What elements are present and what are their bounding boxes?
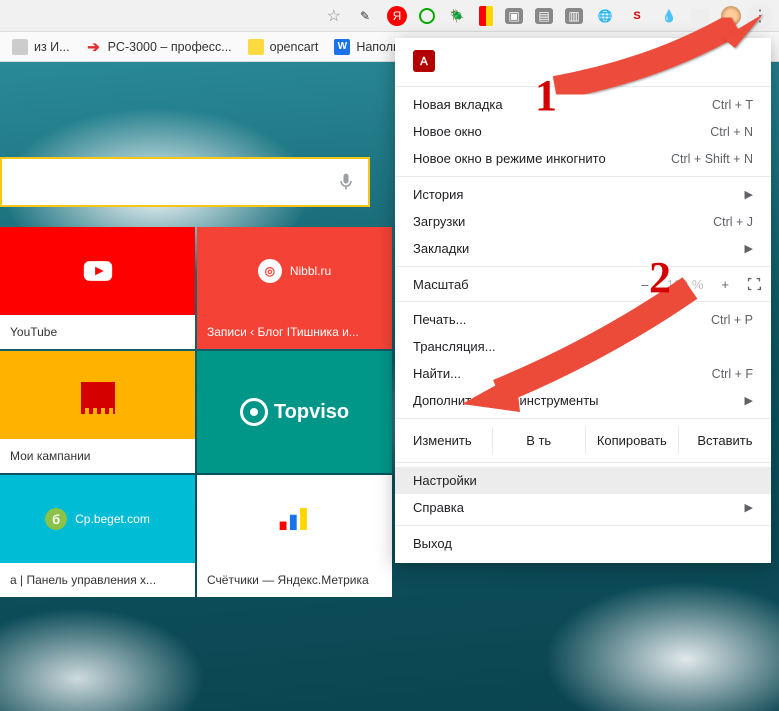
menu-label: Дополнительные инструменты	[413, 393, 599, 408]
browser-toolbar: ☆ ✎ Я 🪲 ▣ ▤ ▥ 🌐 S 💧 ⋮	[0, 0, 779, 32]
menu-new-window[interactable]: Новое окно Ctrl + N	[395, 118, 771, 145]
tile-caption: Счётчики — Яндекс.Метрика	[197, 563, 392, 597]
adobe-icon: Ａ	[413, 50, 435, 72]
youtube-icon	[81, 254, 115, 288]
menu-zoom: Масштаб – 100 % +	[395, 271, 771, 297]
search-box[interactable]	[0, 157, 370, 207]
menu-label: Новое окно в режиме инкогнито	[413, 151, 606, 166]
menu-shortcut: Ctrl + N	[710, 125, 753, 139]
menu-more-tools[interactable]: Дополнительные инструменты ▶	[395, 387, 771, 414]
menu-label: Новая вкладка	[413, 97, 503, 112]
fullscreen-icon[interactable]	[745, 275, 763, 293]
menu-incognito[interactable]: Новое окно в режиме инкогнито Ctrl + Shi…	[395, 145, 771, 172]
topvisor-icon	[240, 398, 268, 426]
chrome-menu: Ａ Новая вкладка Ctrl + T Новое окно Ctrl…	[395, 38, 771, 563]
zoom-in-button[interactable]: +	[719, 277, 731, 292]
metrika-icon	[278, 502, 312, 536]
bookmark-favicon	[248, 39, 264, 55]
submenu-arrow-icon: ▶	[739, 394, 753, 407]
menu-adobe-row[interactable]: Ａ	[395, 44, 771, 82]
tile-campaigns[interactable]	[0, 351, 195, 439]
bookmark-favicon	[12, 39, 28, 55]
menu-cast[interactable]: Трансляция...	[395, 333, 771, 360]
chrome-menu-button[interactable]: ⋮	[747, 3, 773, 29]
submenu-arrow-icon: ▶	[739, 242, 753, 255]
bookmark-item[interactable]: ➔ PC-3000 – професс...	[78, 39, 240, 55]
menu-shortcut: Ctrl + F	[712, 367, 753, 381]
menu-shortcut: Ctrl + P	[711, 313, 753, 327]
menu-label: Закладки	[413, 241, 469, 256]
menu-exit[interactable]: Выход	[395, 530, 771, 557]
menu-label: Трансляция...	[413, 339, 496, 354]
extension-gray3-icon[interactable]: ▥	[565, 8, 583, 24]
extension-flag-icon[interactable]	[479, 6, 493, 26]
extension-beetle-icon[interactable]: 🪲	[447, 6, 467, 26]
menu-bookmarks[interactable]: Закладки ▶	[395, 235, 771, 262]
extension-gray2-icon[interactable]: ▤	[535, 8, 553, 24]
menu-shortcut: Ctrl + J	[713, 215, 753, 229]
bookmark-label: opencart	[270, 40, 319, 54]
campaign-icon	[81, 382, 115, 408]
submenu-arrow-icon: ▶	[739, 501, 753, 514]
tile-beget[interactable]: б Cp.beget.com	[0, 475, 195, 563]
menu-label: Новое окно	[413, 124, 482, 139]
nibbl-icon: ◎	[258, 259, 282, 283]
tile-caption: Мои кампании	[0, 439, 195, 473]
menu-label: Изменить	[413, 433, 472, 448]
tile-caption: a | Панель управления х...	[0, 563, 195, 597]
tile-nibbl[interactable]: ◎ Nibbl.ru	[197, 227, 392, 315]
menu-history[interactable]: История ▶	[395, 181, 771, 208]
menu-help[interactable]: Справка ▶	[395, 494, 771, 521]
menu-new-tab[interactable]: Новая вкладка Ctrl + T	[395, 91, 771, 118]
extension-seo-icon[interactable]: S	[627, 6, 647, 26]
menu-edit-row: Изменить В ть Копировать Вставить	[395, 423, 771, 458]
bookmark-item[interactable]: opencart	[240, 39, 327, 55]
menu-shortcut: Ctrl + Shift + N	[671, 152, 753, 166]
menu-settings[interactable]: Настройки	[395, 467, 771, 494]
menu-label: Настройки	[413, 473, 477, 488]
menu-label: Масштаб	[413, 277, 469, 292]
extension-drop-icon[interactable]: 💧	[659, 6, 679, 26]
extension-gray1-icon[interactable]: ▣	[505, 8, 523, 24]
menu-label: Выход	[413, 536, 452, 551]
yandex-icon[interactable]: Я	[387, 6, 407, 26]
extension-box-icon[interactable]	[691, 9, 709, 23]
bookmark-favicon: ➔	[86, 39, 102, 55]
bookmark-label: PC-3000 – професс...	[108, 40, 232, 54]
menu-label: Печать...	[413, 312, 466, 327]
menu-label: Загрузки	[413, 214, 465, 229]
menu-downloads[interactable]: Загрузки Ctrl + J	[395, 208, 771, 235]
eyedropper-icon[interactable]: ✎	[355, 6, 375, 26]
avatar-icon[interactable]	[721, 6, 741, 26]
tile-label: Cp.beget.com	[75, 512, 150, 526]
bookmark-label: из И...	[34, 40, 70, 54]
tile-caption: Записи ‹ Блог IТишника и...	[197, 315, 392, 349]
submenu-arrow-icon: ▶	[739, 188, 753, 201]
menu-find[interactable]: Найти... Ctrl + F	[395, 360, 771, 387]
tile-label: Topviso	[274, 401, 349, 424]
menu-cut[interactable]: В ть	[492, 427, 585, 454]
tile-youtube[interactable]	[0, 227, 195, 315]
extension-globe-icon[interactable]: 🌐	[595, 6, 615, 26]
menu-label: История	[413, 187, 463, 202]
annotation-number-2: 2	[649, 252, 671, 303]
menu-paste[interactable]: Вставить	[678, 427, 771, 454]
menu-label: Найти...	[413, 366, 461, 381]
bookmark-item[interactable]: из И...	[4, 39, 78, 55]
bookmark-favicon: W	[334, 39, 350, 55]
tile-topvisor[interactable]: Topviso	[197, 351, 392, 473]
mic-icon[interactable]	[336, 172, 356, 192]
tile-label: Nibbl.ru	[290, 264, 331, 278]
menu-print[interactable]: Печать... Ctrl + P	[395, 306, 771, 333]
beget-icon: б	[45, 508, 67, 530]
menu-label: Справка	[413, 500, 464, 515]
tile-caption: YouTube	[0, 315, 195, 349]
annotation-number-1: 1	[535, 70, 557, 121]
menu-copy[interactable]: Копировать	[585, 427, 678, 454]
extension-green-icon[interactable]	[419, 8, 435, 24]
tile-metrika[interactable]	[197, 475, 392, 563]
bookmark-star-icon[interactable]: ☆	[327, 6, 341, 26]
menu-shortcut: Ctrl + T	[712, 98, 753, 112]
